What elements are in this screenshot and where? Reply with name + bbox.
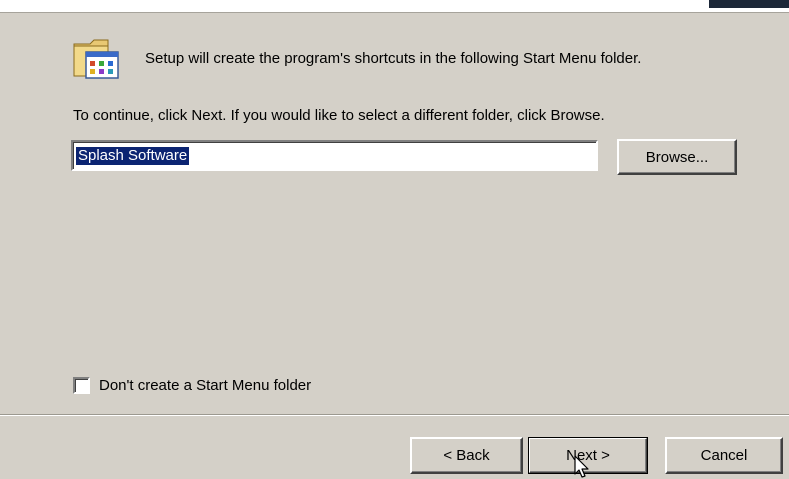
- no-start-menu-folder-option[interactable]: Don't create a Start Menu folder: [73, 375, 311, 395]
- intro-text: Setup will create the program's shortcut…: [145, 50, 642, 67]
- back-button[interactable]: < Back: [410, 437, 523, 474]
- start-menu-folder-input[interactable]: Splash Software: [71, 140, 598, 171]
- header-corner-image: [709, 0, 789, 8]
- cancel-button[interactable]: Cancel: [665, 437, 783, 474]
- start-menu-folder-icon: [72, 34, 124, 82]
- footer-separator: [0, 414, 789, 416]
- instruction-text: To continue, click Next. If you would li…: [73, 107, 605, 124]
- browse-button[interactable]: Browse...: [617, 139, 737, 175]
- no-start-menu-folder-checkbox[interactable]: [73, 376, 90, 394]
- folder-input-value: Splash Software: [76, 147, 190, 165]
- arrow-pointer-icon: [574, 455, 590, 479]
- setup-wizard-dialog: Setup will create the program's shortcut…: [0, 0, 789, 479]
- header-edge: [0, 0, 789, 13]
- no-start-menu-folder-label[interactable]: Don't create a Start Menu folder: [99, 377, 311, 394]
